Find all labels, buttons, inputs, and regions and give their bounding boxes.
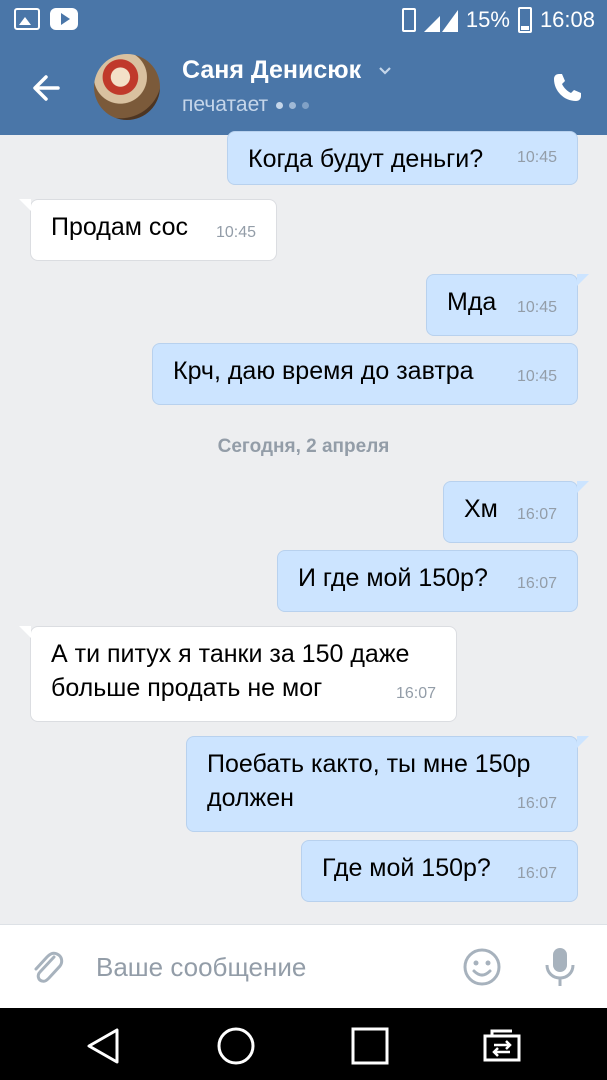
- message-outgoing[interactable]: Хм 16:07: [443, 481, 589, 543]
- signal-icon: [423, 10, 458, 32]
- message-text: Продам сос: [51, 213, 189, 241]
- message-text: Мда: [447, 288, 497, 316]
- message-outgoing[interactable]: Когда будут деньги? 10:45: [227, 131, 578, 185]
- chevron-down-icon[interactable]: [378, 64, 392, 78]
- back-arrow-icon[interactable]: [28, 70, 68, 106]
- message-text: Где мой 150р?: [322, 854, 491, 882]
- message-outgoing[interactable]: Где мой 150р? 16:07: [301, 840, 578, 902]
- message-incoming[interactable]: А ти питух я танки за 150 даже больше пр…: [19, 626, 457, 722]
- contact-name[interactable]: Саня Денисюк: [182, 56, 361, 85]
- vibrate-icon: [401, 8, 416, 32]
- message-text: Крч, даю время до завтра: [173, 357, 474, 385]
- message-time: 10:45: [215, 224, 256, 241]
- clock: 16:08: [539, 7, 595, 32]
- switch-app-icon[interactable]: [482, 1026, 522, 1066]
- message-composer: [0, 924, 607, 1008]
- typing-dots-icon: [276, 101, 310, 109]
- message-text: И где мой 150р?: [298, 564, 488, 592]
- battery-icon: [517, 7, 532, 33]
- typing-status-label: печатает: [182, 93, 269, 116]
- paperclip-icon[interactable]: [30, 947, 66, 987]
- message-text: Поебать както, ты мне 150р должен: [207, 750, 531, 812]
- message-time: 16:07: [516, 865, 557, 882]
- back-triangle-icon[interactable]: [83, 1026, 123, 1066]
- message-outgoing[interactable]: Крч, даю время до завтра 10:45: [152, 343, 578, 405]
- chat-header: Саня Денисюк печатает: [0, 42, 607, 135]
- message-time: 10:45: [516, 299, 557, 316]
- gallery-notification-icon: [14, 8, 40, 30]
- message-time: 16:07: [516, 506, 557, 523]
- system-navigation-bar: [0, 1008, 607, 1080]
- recent-apps-square-icon[interactable]: [350, 1026, 390, 1066]
- status-bar: 15% 16:08: [0, 0, 607, 42]
- youtube-notification-icon: [50, 8, 78, 30]
- date-separator: Сегодня, 2 апреля: [217, 436, 390, 457]
- home-circle-icon[interactable]: [216, 1026, 256, 1066]
- message-text: Хм: [464, 495, 498, 523]
- message-text: А ти питух я танки за 150 даже больше пр…: [51, 640, 410, 702]
- message-text: Когда будут деньги?: [248, 145, 484, 173]
- message-time: 10:45: [516, 368, 557, 385]
- avatar[interactable]: [94, 54, 160, 120]
- message-time: 16:07: [395, 685, 436, 702]
- message-time: 10:45: [516, 149, 557, 166]
- phone-icon[interactable]: [551, 72, 583, 104]
- message-incoming[interactable]: Продам сос 10:45: [19, 199, 277, 261]
- message-time: 16:07: [516, 575, 557, 592]
- message-outgoing[interactable]: И где мой 150р? 16:07: [277, 550, 578, 612]
- microphone-icon[interactable]: [542, 945, 578, 989]
- message-time: 16:07: [516, 795, 557, 812]
- message-outgoing[interactable]: Мда 10:45: [426, 274, 589, 336]
- emoji-icon[interactable]: [462, 947, 502, 987]
- battery-percent: 15%: [465, 7, 510, 32]
- typing-status: печатает: [182, 93, 310, 117]
- message-outgoing[interactable]: Поебать както, ты мне 150р должен 16:07: [186, 736, 589, 832]
- message-input[interactable]: [96, 947, 436, 987]
